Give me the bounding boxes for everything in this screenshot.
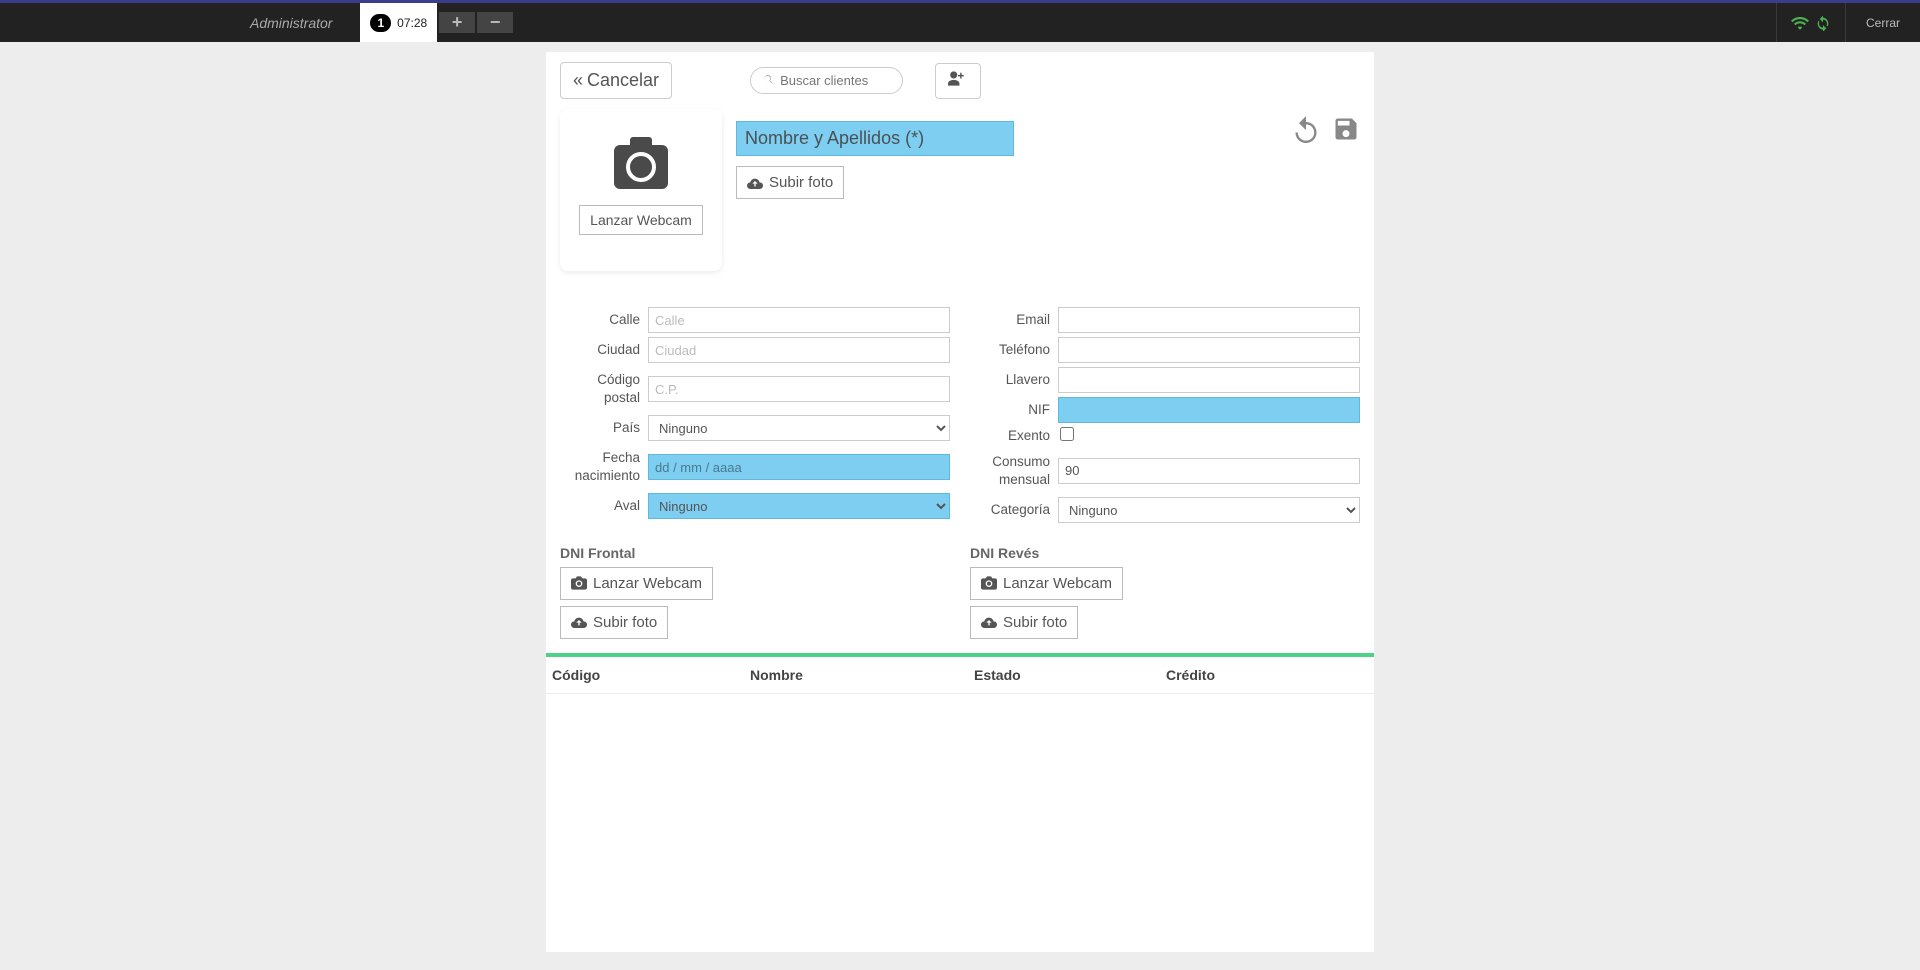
cat-label: Categoría xyxy=(970,501,1058,519)
cloud-upload-icon xyxy=(571,615,587,629)
close-button[interactable]: Cerrar xyxy=(1845,3,1920,42)
calle-input[interactable] xyxy=(648,307,950,333)
nif-input[interactable] xyxy=(1058,397,1360,423)
ciudad-input[interactable] xyxy=(648,337,950,363)
llavero-label: Llavero xyxy=(970,371,1058,389)
email-label: Email xyxy=(970,311,1058,329)
pais-select[interactable]: Ninguno xyxy=(648,415,950,441)
upload-photo-label: Subir foto xyxy=(769,174,833,191)
sync-icon[interactable] xyxy=(1815,15,1831,31)
camera-icon xyxy=(614,145,668,189)
undo-icon[interactable] xyxy=(1292,115,1320,143)
cp-label: Código postal xyxy=(560,371,648,406)
pais-label: País xyxy=(560,419,648,437)
th-estado: Estado xyxy=(974,667,1166,683)
search-input[interactable] xyxy=(780,73,890,88)
photo-card: Lanzar Webcam xyxy=(560,109,722,271)
aval-select[interactable]: Ninguno xyxy=(648,493,950,519)
consumo-input[interactable] xyxy=(1058,458,1360,484)
name-input[interactable] xyxy=(736,121,1014,156)
cloud-upload-icon xyxy=(747,176,763,190)
admin-label: Administrator xyxy=(0,15,360,31)
add-tab-button[interactable]: + xyxy=(439,12,475,33)
dni-front-upload-label: Subir foto xyxy=(593,614,657,631)
table-header: Código Nombre Estado Crédito xyxy=(546,657,1374,694)
order-tab[interactable]: 1 07:28 xyxy=(360,3,437,42)
ciudad-label: Ciudad xyxy=(560,341,648,359)
exento-checkbox[interactable] xyxy=(1060,427,1074,441)
tab-time: 07:28 xyxy=(397,16,427,30)
dni-front-upload-button[interactable]: Subir foto xyxy=(560,606,668,639)
dni-back-webcam-label: Lanzar Webcam xyxy=(1003,575,1112,592)
exento-label: Exento xyxy=(970,427,1058,445)
th-nombre: Nombre xyxy=(750,667,974,683)
calle-label: Calle xyxy=(560,311,648,329)
dni-front-title: DNI Frontal xyxy=(560,545,950,561)
add-user-button[interactable] xyxy=(935,63,981,99)
cloud-upload-icon xyxy=(981,615,997,629)
cp-input[interactable] xyxy=(648,376,950,402)
dni-back-title: DNI Revés xyxy=(970,545,1360,561)
upload-photo-button[interactable]: Subir foto xyxy=(736,166,844,199)
save-icon[interactable] xyxy=(1332,115,1360,143)
remove-tab-button[interactable]: − xyxy=(477,12,513,33)
th-codigo: Código xyxy=(552,667,750,683)
dni-front-webcam-label: Lanzar Webcam xyxy=(593,575,702,592)
wifi-icon xyxy=(1791,16,1809,30)
status-icons xyxy=(1776,3,1845,42)
th-credito: Crédito xyxy=(1166,667,1368,683)
tel-input[interactable] xyxy=(1058,337,1360,363)
llavero-input[interactable] xyxy=(1058,367,1360,393)
camera-icon xyxy=(571,576,587,590)
tel-label: Teléfono xyxy=(970,341,1058,359)
fnac-label: Fecha nacimiento xyxy=(560,449,648,484)
consumo-label: Consumo mensual xyxy=(970,453,1058,488)
aval-label: Aval xyxy=(560,497,648,515)
email-input[interactable] xyxy=(1058,307,1360,333)
fnac-input[interactable] xyxy=(648,454,950,480)
search-wrap[interactable] xyxy=(750,67,903,94)
dni-back-webcam-button[interactable]: Lanzar Webcam xyxy=(970,567,1123,600)
chevron-left-icon: « xyxy=(573,70,583,91)
tab-badge: 1 xyxy=(370,14,391,32)
launch-webcam-button[interactable]: Lanzar Webcam xyxy=(579,205,703,235)
user-plus-icon xyxy=(948,71,968,86)
dni-back-upload-button[interactable]: Subir foto xyxy=(970,606,1078,639)
dni-front-webcam-button[interactable]: Lanzar Webcam xyxy=(560,567,713,600)
cancel-label: Cancelar xyxy=(587,70,659,91)
cancel-button[interactable]: « Cancelar xyxy=(560,62,672,99)
cat-select[interactable]: Ninguno xyxy=(1058,497,1360,523)
nif-label: NIF xyxy=(970,401,1058,419)
camera-icon xyxy=(981,576,997,590)
dni-back-upload-label: Subir foto xyxy=(1003,614,1067,631)
search-icon xyxy=(763,74,774,88)
